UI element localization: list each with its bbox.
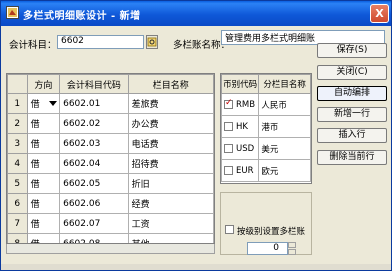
grid-horizontal-scrollbar[interactable] bbox=[6, 244, 215, 254]
currency-row[interactable]: HK 港币 bbox=[221, 115, 311, 138]
currency-name-cell[interactable]: 港币 bbox=[258, 115, 311, 138]
close-button[interactable]: 关闭(C) bbox=[317, 65, 387, 80]
add-row-button[interactable]: 新增一行 bbox=[317, 107, 387, 122]
direction-cell[interactable]: 借 bbox=[26, 213, 61, 234]
window-title: 多栏式明细账设计 - 新增 bbox=[23, 11, 141, 22]
currency-checkbox[interactable] bbox=[224, 165, 233, 175]
grid-corner bbox=[7, 74, 28, 94]
insert-row-button[interactable]: 插入行 bbox=[317, 128, 387, 143]
currency-code: USD bbox=[236, 143, 255, 154]
account-code-cell[interactable]: 6602.08 bbox=[59, 233, 129, 243]
direction-value: 借 bbox=[30, 100, 40, 110]
account-code-cell[interactable]: 6602.06 bbox=[59, 193, 129, 214]
close-window-button[interactable]: X bbox=[370, 4, 389, 23]
spin-up-button[interactable] bbox=[288, 242, 296, 248]
currency-row[interactable]: RMB 人民币 bbox=[221, 93, 311, 116]
row-number: 2 bbox=[7, 113, 28, 134]
spin-down-button[interactable] bbox=[288, 249, 296, 255]
direction-cell[interactable]: 借 bbox=[26, 173, 61, 194]
column-name-cell[interactable]: 招待费 bbox=[127, 153, 214, 174]
column-name-cell[interactable]: 差旅费 bbox=[127, 93, 214, 114]
row-number: 7 bbox=[7, 213, 28, 234]
lookup-icon bbox=[147, 37, 157, 47]
account-lookup-button[interactable] bbox=[146, 35, 158, 49]
currency-row[interactable]: EUR 欧元 bbox=[221, 159, 311, 182]
currency-checkbox[interactable] bbox=[224, 143, 233, 153]
account-code-cell[interactable]: 6602.03 bbox=[59, 133, 129, 154]
col-header-sub-column-name[interactable]: 分栏目名称 bbox=[258, 74, 311, 94]
currency-checkbox[interactable] bbox=[224, 121, 233, 131]
row-number: 1 bbox=[7, 93, 28, 114]
level-setting-checkbox[interactable] bbox=[225, 225, 234, 234]
currency-code: EUR bbox=[236, 165, 254, 176]
title-bar[interactable]: 多栏式明细账设计 - 新增 X bbox=[1, 1, 391, 26]
currency-grid[interactable]: 币别代码 分栏目名称 RMB 人民币 HK 港币 USD 美元 EUR 欧元 bbox=[220, 73, 312, 184]
column-name-cell[interactable]: 折旧 bbox=[127, 173, 214, 194]
status-strip bbox=[1, 264, 391, 270]
account-code-cell[interactable]: 6602.05 bbox=[59, 173, 129, 194]
row-number: 6 bbox=[7, 193, 28, 214]
save-button[interactable]: 保存(S) bbox=[317, 43, 387, 58]
table-row[interactable]: 2 借 6602.02 办公费 bbox=[7, 113, 214, 134]
row-number: 4 bbox=[7, 153, 28, 174]
column-name-cell[interactable]: 工资 bbox=[127, 213, 214, 234]
col-header-account-code[interactable]: 会计科目代码 bbox=[59, 74, 129, 94]
row-number: 5 bbox=[7, 173, 28, 194]
auto-arrange-button[interactable]: 自动编排 bbox=[317, 86, 387, 101]
currency-code-cell[interactable]: HK bbox=[221, 115, 260, 138]
col-header-direction[interactable]: 方向 bbox=[26, 74, 61, 94]
account-column-grid[interactable]: 方向 会计科目代码 栏目名称 1 借 6602.01 差旅费 2 借 6602.… bbox=[6, 73, 215, 244]
currency-name-cell[interactable]: 美元 bbox=[258, 137, 311, 160]
table-row[interactable]: 1 借 6602.01 差旅费 bbox=[7, 93, 214, 114]
level-spin-input[interactable]: 0 bbox=[247, 242, 288, 255]
account-code-cell[interactable]: 6602.02 bbox=[59, 113, 129, 134]
currency-code: RMB bbox=[236, 99, 256, 110]
currency-code-cell[interactable]: USD bbox=[221, 137, 260, 160]
account-label: 会计科目： bbox=[9, 40, 57, 51]
account-input[interactable]: 6602 bbox=[57, 35, 144, 49]
direction-cell[interactable]: 借 bbox=[26, 113, 61, 134]
dropdown-arrow-icon[interactable] bbox=[49, 101, 58, 106]
account-code-cell[interactable]: 6602.01 bbox=[59, 93, 129, 114]
table-row[interactable]: 6 借 6602.06 经费 bbox=[7, 193, 214, 214]
table-row[interactable]: 5 借 6602.05 折旧 bbox=[7, 173, 214, 194]
column-name-cell[interactable]: 办公费 bbox=[127, 113, 214, 134]
currency-code-cell[interactable]: RMB bbox=[221, 93, 260, 116]
delete-row-button[interactable]: 删除当前行 bbox=[317, 150, 387, 165]
app-icon bbox=[6, 6, 19, 19]
row-number: 3 bbox=[7, 133, 28, 154]
table-row[interactable]: 3 借 6602.03 电话费 bbox=[7, 133, 214, 154]
currency-row[interactable]: USD 美元 bbox=[221, 137, 311, 160]
level-setting-label: 按级别设置多栏账 bbox=[237, 227, 306, 237]
column-name-cell[interactable]: 经费 bbox=[127, 193, 214, 214]
currency-name-cell[interactable]: 欧元 bbox=[258, 159, 311, 182]
col-header-column-name[interactable]: 栏目名称 bbox=[127, 74, 214, 94]
table-row[interactable]: 7 借 6602.07 工资 bbox=[7, 213, 214, 234]
currency-name-cell[interactable]: 人民币 bbox=[258, 93, 311, 116]
table-row[interactable]: 8 借 6602.08 其他 bbox=[7, 233, 214, 243]
direction-cell[interactable]: 借 bbox=[26, 233, 61, 243]
direction-cell[interactable]: 借 bbox=[26, 93, 61, 114]
currency-header-row: 币别代码 分栏目名称 bbox=[221, 74, 311, 94]
account-code-cell[interactable]: 6602.07 bbox=[59, 213, 129, 234]
direction-cell[interactable]: 借 bbox=[26, 193, 61, 214]
grid-header-row: 方向 会计科目代码 栏目名称 bbox=[7, 74, 214, 94]
column-name-cell[interactable]: 其他 bbox=[127, 233, 214, 243]
table-row[interactable]: 4 借 6602.04 招待费 bbox=[7, 153, 214, 174]
currency-checkbox[interactable] bbox=[224, 98, 233, 109]
column-name-cell[interactable]: 电话费 bbox=[127, 133, 214, 154]
currency-code-cell[interactable]: EUR bbox=[221, 159, 260, 182]
direction-cell[interactable]: 借 bbox=[26, 153, 61, 174]
col-header-currency-code[interactable]: 币别代码 bbox=[221, 74, 260, 94]
row-number: 8 bbox=[7, 233, 28, 243]
direction-cell[interactable]: 借 bbox=[26, 133, 61, 154]
account-code-cell[interactable]: 6602.04 bbox=[59, 153, 129, 174]
currency-code: HK bbox=[236, 121, 248, 132]
dialog-window: 多栏式明细账设计 - 新增 X 会计科目： 6602 多栏账名称： 管理费用多栏… bbox=[0, 0, 392, 271]
